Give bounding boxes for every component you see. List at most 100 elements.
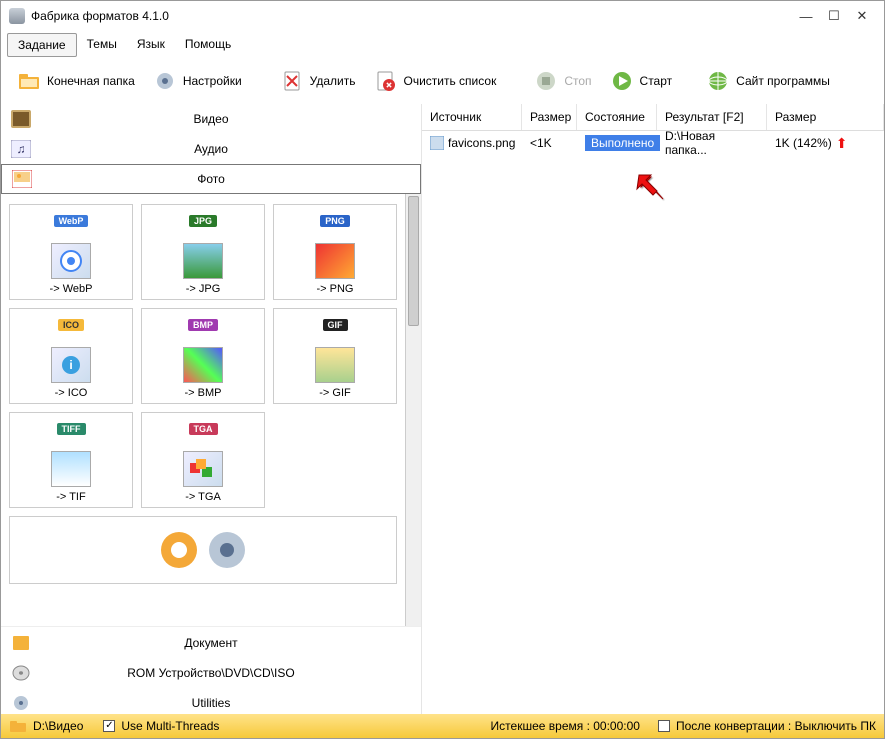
format-tile-jpg[interactable]: JPG -> JPG bbox=[141, 204, 265, 300]
after-convert-label: После конвертации : Выключить ПК bbox=[676, 719, 876, 733]
menu-help[interactable]: Помощь bbox=[175, 33, 241, 57]
menu-task[interactable]: Задание bbox=[7, 33, 77, 57]
category-document[interactable]: Документ bbox=[1, 627, 421, 657]
gear-small-icon bbox=[11, 694, 31, 712]
folder-small-icon[interactable] bbox=[9, 718, 27, 734]
after-convert-checkbox[interactable] bbox=[658, 720, 670, 732]
site-label: Сайт программы bbox=[736, 74, 830, 88]
cell-result: D:\Новая папка... bbox=[657, 126, 767, 160]
cell-source: favicons.png bbox=[422, 133, 522, 153]
format-all-icon-1 bbox=[157, 528, 201, 572]
scrollbar-thumb[interactable] bbox=[408, 196, 419, 326]
delete-label: Удалить bbox=[310, 74, 356, 88]
format-all-icon-2 bbox=[205, 528, 249, 572]
start-label: Старт bbox=[640, 74, 673, 88]
photo-grid-wrap: WebP -> WebP JPG -> JPG PNG -> PNG bbox=[1, 194, 421, 626]
window-title: Фабрика форматов 4.1.0 bbox=[31, 9, 792, 23]
settings-button[interactable]: Настройки bbox=[145, 65, 250, 97]
multithreads-checkbox[interactable]: ✓ bbox=[103, 720, 115, 732]
format-tile-webp[interactable]: WebP -> WebP bbox=[9, 204, 133, 300]
image-file-icon bbox=[430, 136, 444, 150]
cell-size2: 1K (142%) ⬆ bbox=[767, 132, 884, 155]
photo-icon bbox=[12, 170, 32, 188]
format-label-webp: -> WebP bbox=[50, 283, 93, 295]
app-icon bbox=[9, 8, 25, 24]
col-state[interactable]: Состояние bbox=[577, 104, 657, 130]
badge-webp: WebP bbox=[54, 215, 89, 227]
thumb-png bbox=[315, 243, 355, 279]
thumb-tga bbox=[183, 451, 223, 487]
stop-button[interactable]: Стоп bbox=[526, 65, 599, 97]
gear-icon bbox=[153, 69, 177, 93]
badge-gif: GIF bbox=[323, 319, 348, 331]
category-document-label: Документ bbox=[43, 636, 411, 650]
category-video-label: Видео bbox=[43, 112, 411, 126]
maximize-button[interactable]: ☐ bbox=[820, 6, 848, 26]
badge-tif: TIFF bbox=[57, 423, 86, 435]
minimize-button[interactable]: — bbox=[792, 6, 820, 26]
format-label-png: -> PNG bbox=[317, 283, 354, 295]
statusbar: D:\Видео ✓ Use Multi-Threads Истекшее вр… bbox=[1, 714, 884, 738]
folder-icon bbox=[17, 69, 41, 93]
clear-label: Очистить список bbox=[403, 74, 496, 88]
category-audio[interactable]: ♫ Аудио bbox=[1, 134, 421, 164]
toolbar: Конечная папка Настройки Удалить Очистит… bbox=[1, 59, 884, 104]
table-row[interactable]: favicons.png <1K Выполнено D:\Новая папк… bbox=[422, 131, 884, 155]
all-formats-tile[interactable] bbox=[9, 516, 397, 584]
menu-themes[interactable]: Темы bbox=[77, 33, 127, 57]
format-tile-bmp[interactable]: BMP -> BMP bbox=[141, 308, 265, 404]
col-size[interactable]: Размер bbox=[522, 104, 577, 130]
start-button[interactable]: Старт bbox=[602, 65, 681, 97]
document-icon bbox=[11, 634, 31, 652]
category-utilities[interactable]: Utilities bbox=[1, 687, 421, 717]
bottom-categories: Документ ROM Устройство\DVD\CD\ISO Utili… bbox=[1, 626, 421, 717]
format-tile-png[interactable]: PNG -> PNG bbox=[273, 204, 397, 300]
film-icon bbox=[11, 110, 31, 128]
close-button[interactable]: ✕ bbox=[848, 6, 876, 26]
category-video[interactable]: Видео bbox=[1, 104, 421, 134]
category-rom[interactable]: ROM Устройство\DVD\CD\ISO bbox=[1, 657, 421, 687]
format-tile-tif[interactable]: TIFF -> TIF bbox=[9, 412, 133, 508]
clear-list-button[interactable]: Очистить список bbox=[365, 65, 504, 97]
format-tile-tga[interactable]: TGA -> TGA bbox=[141, 412, 265, 508]
category-photo-label: Фото bbox=[44, 172, 410, 186]
badge-jpg: JPG bbox=[189, 215, 217, 227]
status-done-badge: Выполнено bbox=[585, 135, 660, 151]
right-pane: Источник Размер Состояние Результат [F2]… bbox=[421, 104, 884, 717]
delete-button[interactable]: Удалить bbox=[272, 65, 364, 97]
category-audio-label: Аудио bbox=[43, 142, 411, 156]
format-label-ico: -> ICO bbox=[55, 387, 88, 399]
cell-source-text: favicons.png bbox=[448, 136, 515, 150]
thumb-jpg bbox=[183, 243, 223, 279]
delete-icon bbox=[280, 69, 304, 93]
menu-language[interactable]: Язык bbox=[127, 33, 175, 57]
format-grid: WebP -> WebP JPG -> JPG PNG -> PNG bbox=[1, 194, 405, 626]
badge-tga: TGA bbox=[189, 423, 218, 435]
format-tile-ico[interactable]: ICO i -> ICO bbox=[9, 308, 133, 404]
col-source[interactable]: Источник bbox=[422, 104, 522, 130]
titlebar: Фабрика форматов 4.1.0 — ☐ ✕ bbox=[1, 1, 884, 31]
cell-state: Выполнено bbox=[577, 132, 657, 154]
left-scrollbar[interactable] bbox=[405, 194, 421, 626]
elapsed-time: Истекшее время : 00:00:00 bbox=[491, 719, 640, 733]
thumb-tif bbox=[51, 451, 91, 487]
cell-size: <1K bbox=[522, 133, 577, 153]
multithreads-label: Use Multi-Threads bbox=[121, 719, 219, 733]
format-tile-gif[interactable]: GIF -> GIF bbox=[273, 308, 397, 404]
table-header: Источник Размер Состояние Результат [F2]… bbox=[422, 104, 884, 131]
site-button[interactable]: Сайт программы bbox=[698, 65, 838, 97]
music-icon: ♫ bbox=[11, 140, 31, 158]
col-size2[interactable]: Размер bbox=[767, 104, 884, 130]
clear-icon bbox=[373, 69, 397, 93]
category-photo[interactable]: Фото bbox=[1, 164, 421, 194]
badge-bmp: BMP bbox=[188, 319, 218, 331]
badge-png: PNG bbox=[320, 215, 350, 227]
status-path[interactable]: D:\Видео bbox=[33, 719, 83, 733]
stop-icon bbox=[534, 69, 558, 93]
category-utilities-label: Utilities bbox=[43, 696, 411, 710]
dest-folder-label: Конечная папка bbox=[47, 74, 135, 88]
thumb-gif bbox=[315, 347, 355, 383]
dest-folder-button[interactable]: Конечная папка bbox=[9, 65, 143, 97]
left-pane: Видео ♫ Аудио Фото WebP -> WebP JPG bbox=[1, 104, 421, 717]
table-rows: favicons.png <1K Выполнено D:\Новая папк… bbox=[422, 131, 884, 155]
